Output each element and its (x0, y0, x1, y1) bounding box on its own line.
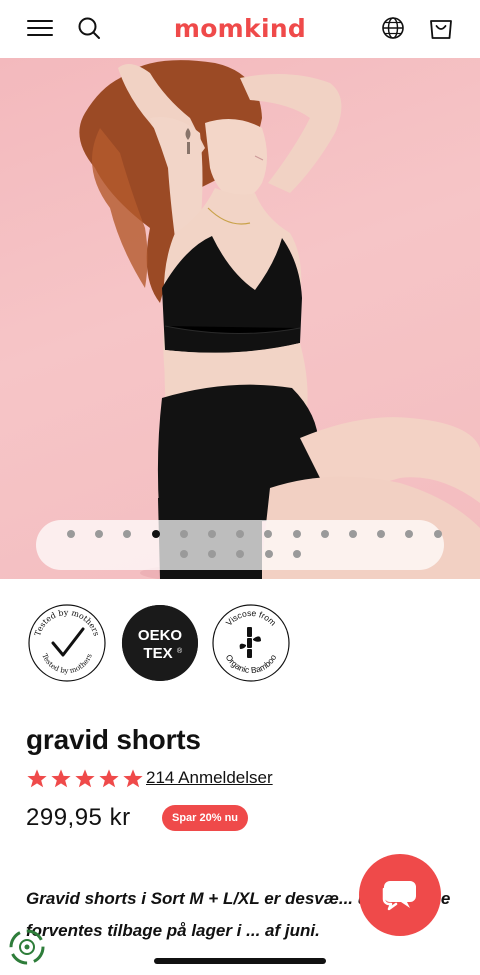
gallery-pagination (36, 520, 444, 570)
gallery-dot[interactable] (208, 530, 216, 538)
tested-by-mothers-badge: Tested by mothers Tested by mothers (28, 604, 106, 682)
gallery-dot[interactable] (179, 530, 188, 538)
gallery-dot[interactable] (95, 530, 104, 538)
star-icon (51, 769, 71, 788)
tex-label: TEX (143, 645, 172, 662)
viscose-bamboo-badge: Viscose from Organic Bamboo (212, 604, 290, 682)
gallery-dot[interactable] (264, 550, 273, 558)
product-price: 299,95 kr (26, 804, 131, 831)
discount-badge: Spar 20% nu (162, 805, 249, 831)
product-title: gravid shorts (26, 724, 201, 755)
bag-icon[interactable] (428, 15, 454, 41)
chat-bubbles-icon (382, 881, 416, 911)
star-icon (123, 769, 143, 788)
gallery-dot[interactable] (208, 550, 217, 558)
star-icon (75, 769, 95, 788)
gallery-dot[interactable] (180, 550, 188, 558)
oeko-label: OEKO (138, 627, 183, 644)
home-indicator (154, 958, 326, 964)
gallery-dot[interactable] (236, 550, 245, 558)
oeko-tex-badge: OEKO TEX ® (121, 605, 198, 681)
registered-mark: ® (177, 647, 183, 655)
reviews-link[interactable]: 214 Anmeldelser (146, 768, 273, 788)
gallery-dot[interactable] (377, 530, 386, 538)
gallery-dot[interactable] (405, 530, 414, 538)
gallery-dot[interactable] (236, 530, 245, 538)
product-image-gallery[interactable] (0, 58, 480, 579)
gallery-dot[interactable] (292, 550, 301, 558)
gallery-dot[interactable] (433, 530, 442, 538)
gallery-dot[interactable] (349, 530, 357, 538)
gallery-dot[interactable] (67, 530, 75, 538)
gallery-dot[interactable] (292, 530, 301, 538)
gallery-dot[interactable] (123, 530, 132, 538)
gallery-dot[interactable] (151, 530, 160, 538)
globe-icon[interactable] (381, 16, 405, 40)
recycle-icon[interactable] (8, 928, 46, 966)
gallery-dot[interactable] (320, 530, 329, 538)
rating-stars[interactable] (26, 768, 144, 789)
gallery-dot[interactable] (264, 530, 273, 538)
chat-button[interactable] (359, 854, 441, 936)
brand-logo[interactable]: momkind (0, 14, 480, 43)
star-icon (27, 769, 47, 788)
top-nav: momkind (0, 0, 480, 58)
product-photo (79, 60, 480, 579)
star-icon (99, 769, 119, 788)
